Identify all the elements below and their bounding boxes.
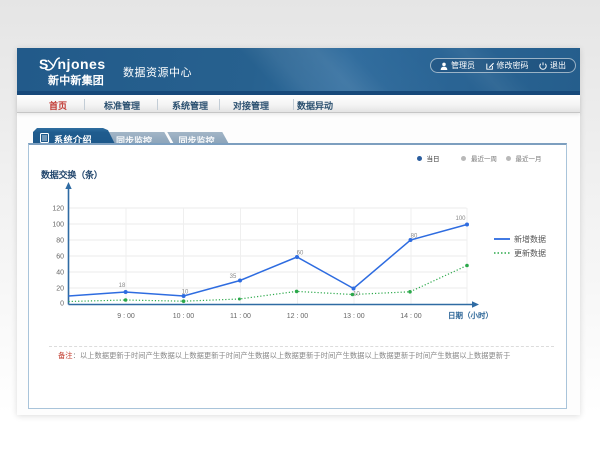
svg-text:60: 60 (297, 251, 304, 257)
svg-text:120: 120 (52, 206, 64, 213)
svg-text:80: 80 (56, 238, 64, 245)
svg-text:80: 80 (411, 234, 418, 240)
svg-text:60: 60 (56, 254, 64, 261)
svg-text:10 : 00: 10 : 00 (173, 313, 195, 320)
svg-text:10: 10 (353, 292, 360, 298)
svg-text:100: 100 (455, 216, 466, 222)
svg-text:13 : 00: 13 : 00 (343, 313, 365, 320)
svg-text:18: 18 (119, 283, 126, 289)
svg-text:9 : 00: 9 : 00 (117, 313, 135, 320)
svg-text:35: 35 (230, 274, 237, 280)
svg-text:日期（小时）: 日期（小时） (448, 310, 493, 320)
svg-text:14 : 00: 14 : 00 (400, 313, 422, 320)
svg-text:40: 40 (56, 270, 64, 277)
svg-text:10: 10 (182, 290, 189, 296)
svg-text:100: 100 (52, 222, 64, 229)
svg-text:0: 0 (60, 301, 64, 308)
svg-text:12 : 00: 12 : 00 (287, 313, 309, 320)
svg-text:20: 20 (56, 286, 64, 293)
svg-text:新增数据: 新增数据 (514, 234, 546, 244)
svg-text:11 : 00: 11 : 00 (230, 313, 251, 320)
svg-text:更新数据: 更新数据 (514, 248, 546, 258)
